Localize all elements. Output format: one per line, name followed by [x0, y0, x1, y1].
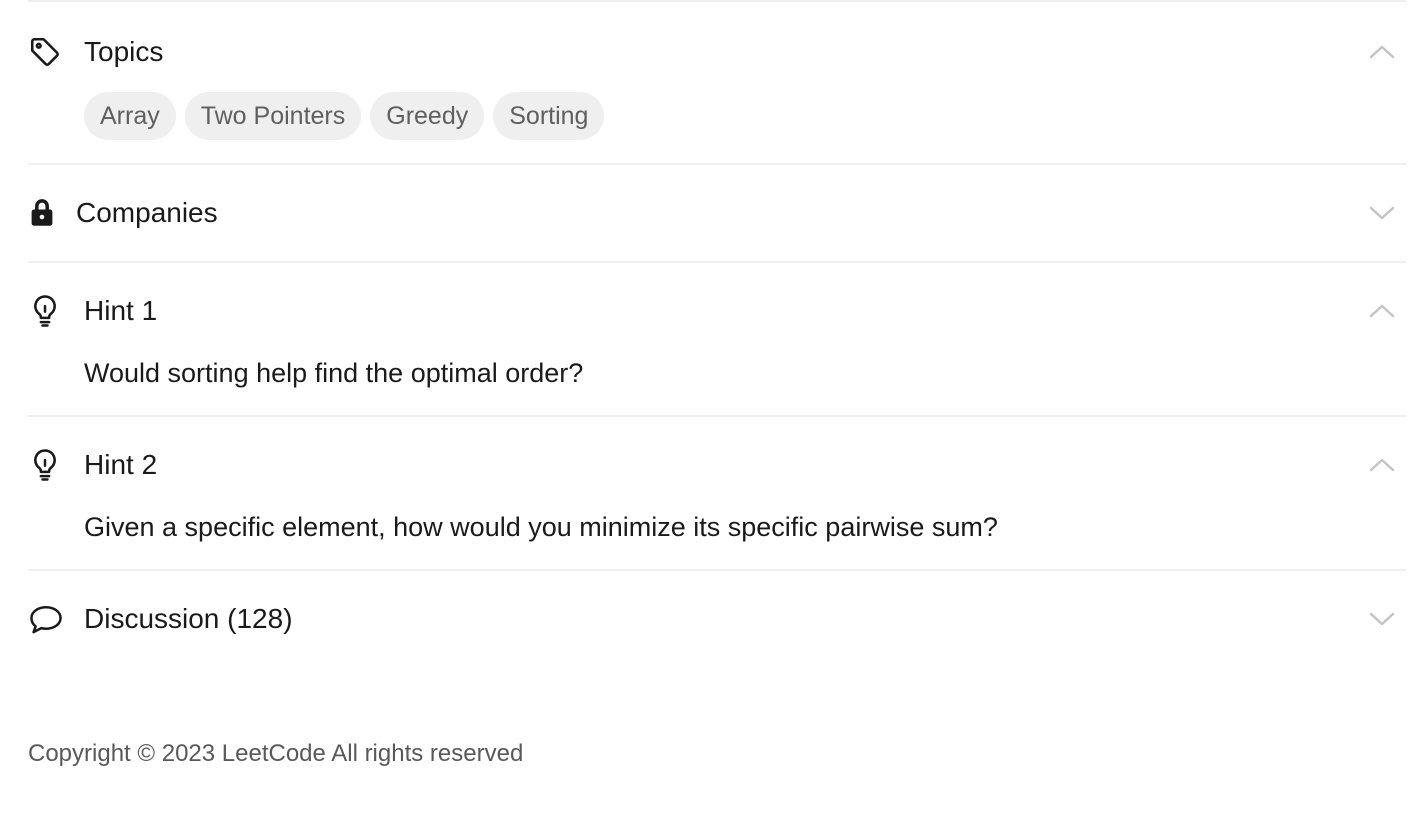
discussion-title: Discussion (128) [84, 603, 293, 634]
hint-2-section: Hint 2 Given a specific element, how wou… [28, 417, 1406, 571]
problem-details-panel: Topics Array Two Pointers Greedy Sorting… [28, 0, 1406, 667]
chevron-up-icon[interactable] [1368, 456, 1396, 474]
topic-tags: Array Two Pointers Greedy Sorting [84, 92, 605, 140]
speech-bubble-icon [28, 603, 84, 635]
hint-2-text: Given a specific element, how would you … [84, 512, 998, 542]
companies-section: Companies [28, 165, 1406, 263]
hint-1-section: Hint 1 Would sorting help find the optim… [28, 263, 1406, 417]
lock-icon [28, 198, 76, 228]
hint-1-text: Would sorting help find the optimal orde… [84, 358, 584, 388]
topics-header[interactable]: Topics [28, 2, 1406, 102]
hint-2-header[interactable]: Hint 2 [28, 417, 1406, 513]
topics-section: Topics Array Two Pointers Greedy Sorting [28, 2, 1406, 165]
chevron-down-icon[interactable] [1368, 204, 1396, 222]
companies-header[interactable]: Companies [28, 165, 1406, 261]
topic-tag[interactable]: Two Pointers [184, 92, 362, 140]
lightbulb-icon [28, 293, 84, 329]
copyright-footer: Copyright © 2023 LeetCode All rights res… [28, 740, 524, 767]
discussion-section: Discussion (128) [28, 571, 1406, 667]
chevron-down-icon[interactable] [1368, 610, 1396, 628]
lightbulb-icon [28, 447, 84, 483]
companies-title: Companies [76, 197, 218, 228]
topics-title: Topics [84, 36, 164, 67]
hint-1-title: Hint 1 [84, 295, 158, 326]
hint-2-title: Hint 2 [84, 449, 158, 480]
chevron-up-icon[interactable] [1368, 302, 1396, 320]
chevron-up-icon[interactable] [1368, 43, 1396, 61]
hint-1-header[interactable]: Hint 1 [28, 263, 1406, 359]
topic-tag[interactable]: Greedy [370, 92, 485, 140]
topic-tag[interactable]: Array [84, 92, 176, 140]
discussion-header[interactable]: Discussion (128) [28, 571, 1406, 667]
tag-icon [28, 35, 84, 69]
topic-tag[interactable]: Sorting [493, 92, 605, 140]
